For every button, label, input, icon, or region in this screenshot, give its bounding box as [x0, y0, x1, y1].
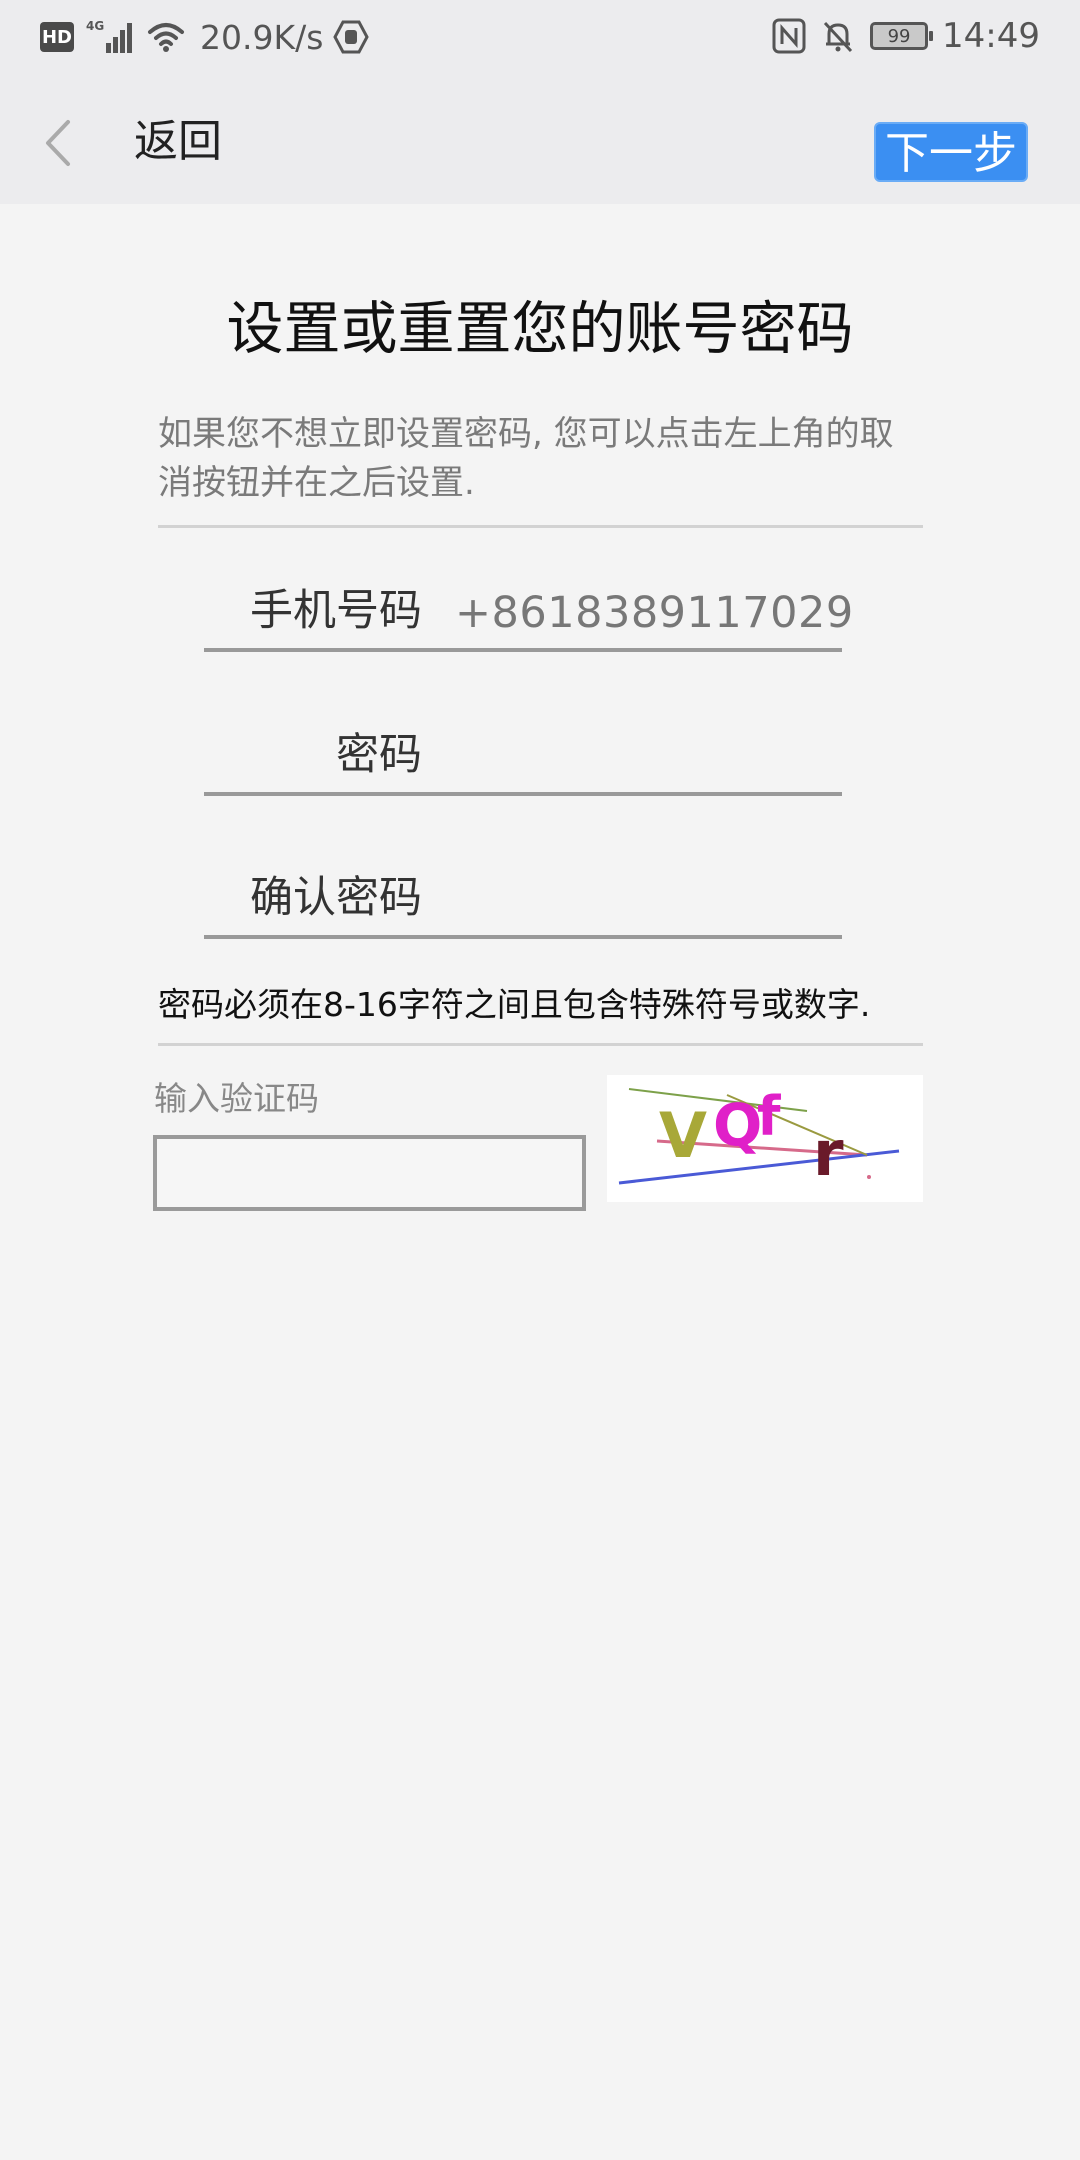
captcha-input[interactable] — [153, 1135, 586, 1211]
svg-text:4G: 4G — [86, 19, 104, 33]
phone-label: 手机号码 — [250, 586, 422, 636]
next-button[interactable]: 下一步 — [874, 122, 1028, 182]
signal-4g-icon: 4G — [86, 19, 132, 53]
password-label: 密码 — [336, 730, 422, 780]
network-speed: 20.9K/s — [200, 17, 324, 57]
svg-text:V: V — [659, 1099, 707, 1172]
svg-text:f: f — [757, 1085, 781, 1148]
status-right: 99 14:49 — [772, 14, 1040, 58]
confirm-password-field[interactable]: 确认密码 — [204, 865, 842, 939]
captcha-image[interactable]: V Q f r — [607, 1075, 923, 1202]
phone-value: +8618389117029 — [455, 588, 854, 638]
confirm-password-label: 确认密码 — [250, 873, 422, 923]
status-left: HD 4G 20.9K/s — [40, 16, 370, 58]
svg-text:r: r — [813, 1117, 844, 1190]
action-bar: 返回 下一步 — [0, 74, 1080, 204]
divider — [158, 1043, 923, 1046]
hd-badge: HD — [40, 22, 74, 52]
page-description: 如果您不想立即设置密码, 您可以点击左上角的取消按钮并在之后设置. — [158, 414, 894, 503]
status-bar: HD 4G 20.9K/s 99 14:49 — [0, 0, 1080, 74]
battery-icon: 99 — [870, 22, 934, 50]
notification-app-icon — [333, 20, 370, 54]
page-title: 设置或重置您的账号密码 — [226, 296, 854, 362]
password-hint: 密码必须在8-16字符之间且包含特殊符号或数字. — [158, 985, 871, 1024]
captcha-label: 输入验证码 — [154, 1079, 319, 1118]
svg-text:Q: Q — [713, 1091, 762, 1159]
nfc-icon — [772, 18, 806, 54]
password-field[interactable]: 密码 — [204, 722, 842, 796]
wifi-icon — [148, 23, 184, 52]
back-button[interactable]: 返回 — [134, 120, 222, 164]
captcha-graphic: V Q f r — [618, 1085, 900, 1190]
divider — [158, 525, 923, 528]
back-chevron-icon[interactable] — [38, 118, 78, 168]
phone-field[interactable]: 手机号码 +8618389117029 — [204, 578, 853, 652]
mute-bell-icon — [823, 21, 853, 53]
clock: 14:49 — [942, 16, 1040, 56]
